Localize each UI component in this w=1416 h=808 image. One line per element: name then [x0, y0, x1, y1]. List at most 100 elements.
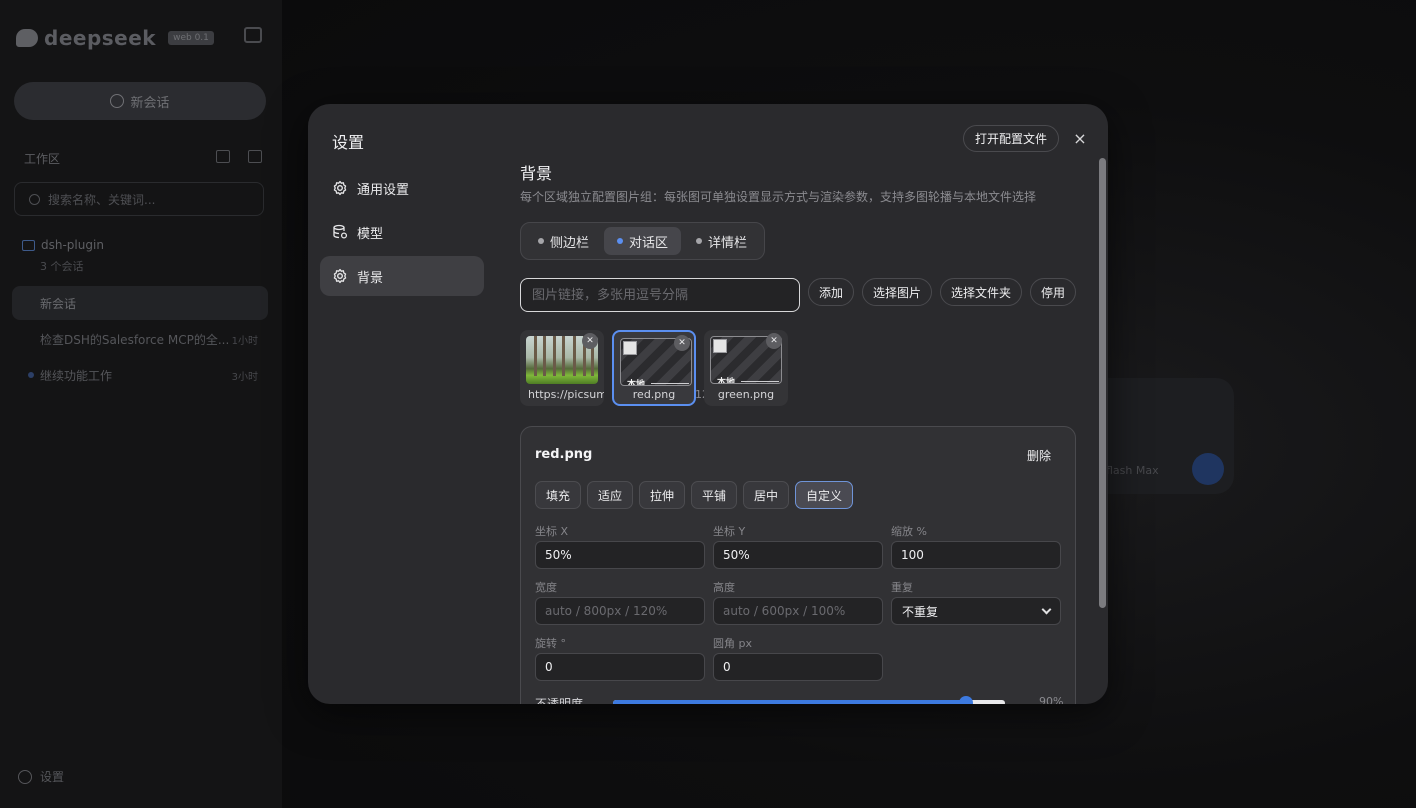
section-description: 每个区域独立配置图片组：每张图可单独设置显示方式与渲染参数，支持多图轮播与本地文…	[520, 190, 1037, 204]
remove-image-icon[interactable]: ✕	[674, 335, 690, 351]
folder-icon	[22, 239, 35, 251]
gear-icon	[332, 268, 348, 284]
background-settings-content: 背景 每个区域独立配置图片组：每张图可单独设置显示方式与渲染参数，支持多图轮播与…	[520, 104, 1080, 704]
settings-modal: 设置 打开配置文件 × 通用设置 模型 背景 背景 每个区域独立配置图片组：每张…	[308, 104, 1108, 704]
image-thumb[interactable]: ✕ https://picsum.photos	[520, 330, 604, 406]
rotate-input[interactable]	[535, 653, 705, 681]
image-caption: green.png	[717, 388, 775, 401]
image-thumb-selected[interactable]: 本地 ✕ red.png	[612, 330, 696, 406]
scale-label: 缩放 %	[891, 525, 927, 538]
scale-input[interactable]	[891, 541, 1061, 569]
pos-y-label: 坐标 Y	[713, 525, 746, 538]
radius-input[interactable]	[713, 653, 883, 681]
image-detail-panel: red.png 删除 填充 适应 拉伸 平铺 居中 自定义 坐标 X 坐标 Y …	[520, 426, 1076, 704]
width-label: 宽度	[535, 581, 557, 594]
broken-image-icon	[713, 339, 727, 353]
radius-label: 圆角 px	[713, 637, 752, 650]
tab-label: 侧边栏	[550, 235, 590, 251]
new-folder-icon[interactable]	[248, 150, 262, 163]
brand-name: deepseek	[44, 26, 157, 50]
mode-custom-button[interactable]: 自定义	[795, 481, 854, 509]
delete-button[interactable]: 删除	[1027, 447, 1051, 464]
plus-icon	[110, 94, 125, 108]
new-chat-label: 新会话	[130, 95, 170, 111]
choose-image-button[interactable]: 选择图片	[862, 278, 933, 306]
width-input[interactable]	[535, 597, 705, 625]
remove-image-icon[interactable]: ✕	[582, 333, 598, 349]
image-caption: red.png	[632, 388, 676, 401]
pos-x-label: 坐标 X	[535, 525, 569, 538]
workspace-label: 工作区	[24, 152, 61, 166]
dot-icon	[696, 238, 703, 244]
sidebar-collapse-icon[interactable]	[244, 27, 262, 43]
remove-image-icon[interactable]: ✕	[766, 333, 782, 349]
status-dot-icon	[28, 372, 34, 378]
mode-center-button[interactable]: 居中	[743, 481, 790, 509]
image-url-input[interactable]	[520, 278, 800, 312]
conversation-title: 新会话	[40, 296, 77, 311]
image-thumb[interactable]: 本地 ✕ green.png	[704, 330, 788, 406]
pos-y-input[interactable]	[713, 541, 883, 569]
repeat-select[interactable]: 不重复	[891, 597, 1061, 625]
add-button[interactable]: 添加	[808, 278, 855, 306]
sidebar-search-input[interactable]: 搜索名称、关键词...	[14, 182, 264, 216]
opacity-label: 不透明度	[535, 697, 584, 704]
gear-icon	[332, 180, 348, 196]
search-icon	[29, 193, 40, 205]
tab-details[interactable]: 详情栏	[683, 227, 760, 255]
rotate-label: 旋转 °	[535, 637, 566, 650]
dot-icon	[538, 238, 544, 244]
modal-scrollbar[interactable]	[1099, 158, 1106, 608]
nav-label: 背景	[357, 270, 384, 286]
deepseek-logo-icon	[16, 29, 38, 47]
app-sidebar: deepseek web 0.1 新会话 工作区 搜索名称、关键词... dsh…	[0, 0, 282, 808]
opacity-slider-handle[interactable]	[958, 696, 973, 704]
new-chat-button[interactable]: 新会话	[14, 82, 266, 120]
height-input[interactable]	[713, 597, 883, 625]
mode-fill-button[interactable]: 填充	[535, 481, 582, 509]
conversation-title: 继续功能工作	[40, 368, 113, 383]
tab-chat-area[interactable]: 对话区	[604, 227, 682, 255]
project-sub: 3 个会话	[40, 260, 84, 273]
height-label: 高度	[713, 581, 735, 594]
image-caption: https://picsum.photos	[528, 388, 604, 401]
tab-sidebar[interactable]: 侧边栏	[525, 227, 602, 255]
version-badge: web 0.1	[168, 31, 214, 45]
share-icon[interactable]	[216, 150, 230, 163]
modal-title: 设置	[332, 133, 365, 152]
sidebar-settings-label: 设置	[40, 770, 65, 784]
project-name: dsh-plugin	[41, 238, 104, 252]
local-tag: 本地	[717, 378, 736, 384]
choose-folder-button[interactable]: 选择文件夹	[940, 278, 1023, 306]
mode-tile-button[interactable]: 平铺	[691, 481, 738, 509]
nav-label: 模型	[357, 226, 384, 242]
model-selector: flash Max	[1106, 464, 1159, 477]
broken-image-icon	[623, 341, 637, 355]
chevron-down-icon	[1041, 604, 1052, 615]
project-item[interactable]: dsh-plugin 3 个会话	[22, 238, 104, 274]
conversation-item[interactable]: 检查DSH的Salesforce MCP的全... 1小时	[12, 322, 268, 356]
disable-button[interactable]: 停用	[1030, 278, 1077, 306]
conversation-item[interactable]: 继续功能工作 3小时	[12, 358, 268, 392]
conversation-meta: 3小时	[231, 371, 258, 383]
workspace-header: 工作区	[24, 150, 262, 167]
mode-fit-button[interactable]: 适应	[587, 481, 634, 509]
send-icon	[1192, 453, 1224, 485]
brand: deepseek web 0.1	[16, 26, 214, 50]
gear-icon	[18, 769, 32, 784]
repeat-value: 不重复	[902, 604, 939, 619]
section-title: 背景	[520, 164, 553, 183]
mode-stretch-button[interactable]: 拉伸	[639, 481, 686, 509]
opacity-slider[interactable]	[613, 696, 1005, 704]
dot-icon	[617, 238, 624, 244]
divider	[741, 381, 779, 382]
nav-item-general[interactable]: 通用设置	[320, 168, 484, 208]
conversation-item[interactable]: 新会话	[12, 286, 268, 320]
image-name: red.png	[535, 447, 593, 462]
divider	[651, 383, 689, 384]
tab-label: 对话区	[629, 235, 669, 251]
nav-item-models[interactable]: 模型	[320, 212, 484, 252]
sidebar-settings-button[interactable]: 设置	[18, 768, 64, 785]
nav-item-background[interactable]: 背景	[320, 256, 484, 296]
pos-x-input[interactable]	[535, 541, 705, 569]
